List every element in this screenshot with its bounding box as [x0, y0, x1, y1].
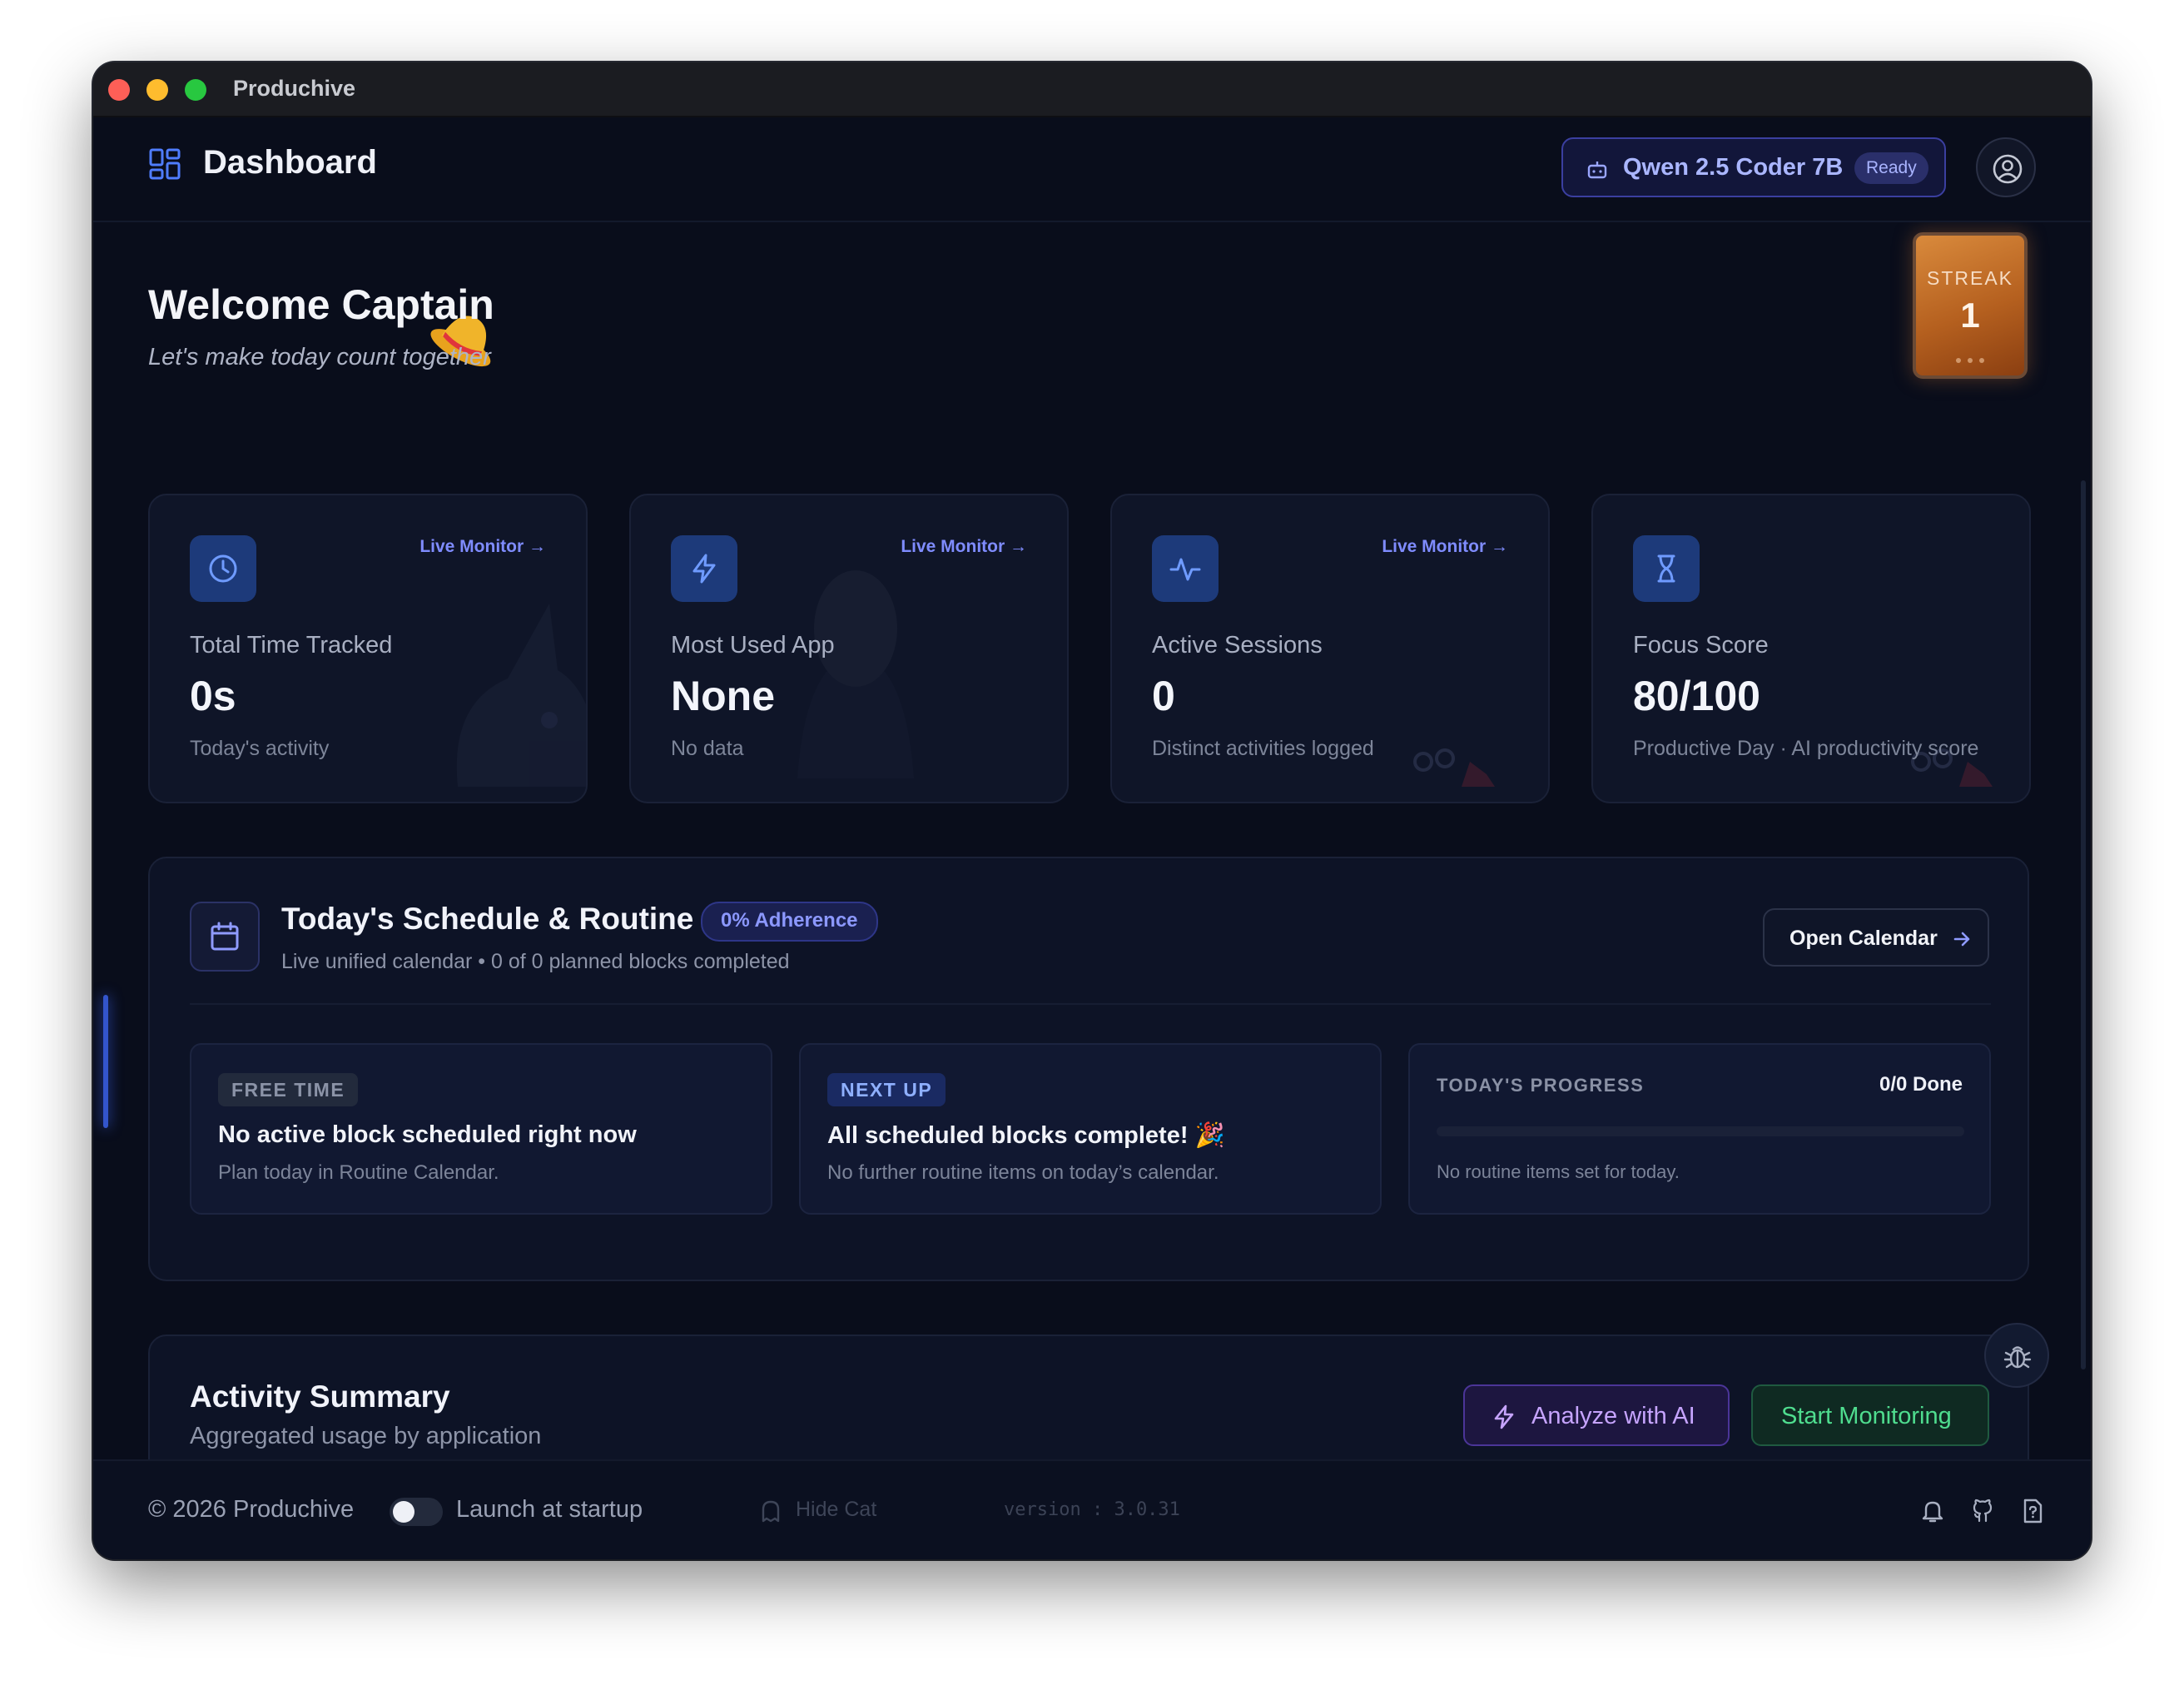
stat-subtext: Today's activity	[190, 737, 330, 760]
dashboard-grid-icon	[149, 148, 181, 180]
streak-badge[interactable]: STREAK 1	[1913, 232, 2028, 379]
version-text: version : 3.0.31	[1004, 1499, 1180, 1520]
start-monitoring-button[interactable]: Start Monitoring	[1751, 1384, 1989, 1446]
minimize-window-button[interactable]	[146, 79, 168, 101]
stat-card-total-time[interactable]: Live Monitor → Total Time Tracked 0s Tod…	[148, 494, 588, 803]
stat-label: Total Time Tracked	[190, 632, 393, 659]
copyright-text: © 2026 Produchive	[148, 1496, 355, 1523]
progress-subtitle: No routine items set for today.	[1437, 1161, 1680, 1182]
github-icon[interactable]	[1969, 1498, 1996, 1524]
stat-card-active-sessions[interactable]: Live Monitor → Active Sessions 0 Distinc…	[1110, 494, 1550, 803]
progress-count: 0/0 Done	[1879, 1073, 1963, 1096]
bot-icon	[1587, 162, 1607, 179]
model-selector[interactable]: Qwen 2.5 Coder 7B Ready	[1561, 137, 1946, 197]
stat-value: 0	[1152, 673, 1175, 719]
lightning-icon	[692, 554, 716, 584]
welcome-title: Welcome Captain	[148, 281, 494, 328]
schedule-subtitle: Live unified calendar • 0 of 0 planned b…	[281, 950, 790, 973]
live-monitor-link[interactable]: Live Monitor →	[419, 537, 546, 557]
stat-label: Active Sessions	[1152, 632, 1323, 659]
next-up-box: NEXT UP All scheduled blocks complete! 🎉…	[799, 1043, 1382, 1215]
next-up-subtitle: No further routine items on today’s cale…	[827, 1161, 1219, 1184]
calendar-icon-tile	[190, 902, 260, 972]
scrollbar-thumb[interactable]	[2081, 480, 2086, 1369]
spirit-silhouette-decoration	[797, 570, 914, 778]
activity-title: Activity Summary	[190, 1379, 450, 1414]
free-time-box: FREE TIME No active block scheduled righ…	[190, 1043, 772, 1215]
close-window-button[interactable]	[108, 79, 130, 101]
page-title: Dashboard	[203, 144, 377, 181]
stat-subtext: No data	[671, 737, 744, 760]
activity-pulse-icon	[1169, 558, 1201, 581]
schedule-title: Today's Schedule & Routine	[281, 902, 694, 936]
activity-subtitle: Aggregated usage by application	[190, 1423, 542, 1449]
open-calendar-button[interactable]: Open Calendar	[1763, 908, 1989, 967]
stat-label: Focus Score	[1633, 632, 1769, 659]
free-time-tag: FREE TIME	[218, 1073, 359, 1106]
stat-subtext: Productive Day · AI productivity score	[1633, 737, 1979, 760]
help-document-icon[interactable]	[2019, 1498, 2046, 1524]
hourglass-icon	[1657, 554, 1675, 583]
toggle-knob	[393, 1501, 414, 1523]
calendar-icon	[211, 922, 239, 951]
progress-bar	[1437, 1126, 1964, 1136]
bell-icon[interactable]	[1919, 1498, 1946, 1524]
main-content: Welcome Captain Let's make today count t…	[93, 222, 2091, 1521]
arrow-right-icon	[1953, 932, 1970, 947]
footer-bar: © 2026 Produchive Launch at startup Hide…	[93, 1459, 2091, 1559]
analyze-with-ai-button[interactable]: Analyze with AI	[1463, 1384, 1730, 1446]
live-monitor-link[interactable]: Live Monitor →	[1382, 537, 1508, 557]
streak-dots	[1956, 352, 1991, 367]
stat-card-most-used-app[interactable]: Live Monitor → Most Used App None No dat…	[629, 494, 1069, 803]
bug-icon	[2003, 1346, 2032, 1369]
launch-at-startup-toggle[interactable]	[390, 1498, 443, 1526]
stat-card-focus-score[interactable]: Focus Score 80/100 Productive Day · AI p…	[1591, 494, 2031, 803]
stat-icon-tile	[1633, 535, 1700, 602]
model-name: Qwen 2.5 Coder 7B	[1623, 154, 1844, 181]
stat-value: 0s	[190, 673, 236, 719]
divider	[190, 1003, 1991, 1005]
progress-box: TODAY'S PROGRESS 0/0 Done No routine ite…	[1408, 1043, 1991, 1215]
stat-icon-tile	[1152, 535, 1219, 602]
clock-icon	[209, 554, 237, 583]
stat-value: 80/100	[1633, 673, 1760, 719]
model-status-badge: Ready	[1854, 152, 1928, 184]
next-up-tag: NEXT UP	[827, 1073, 946, 1106]
debug-button[interactable]	[1984, 1323, 2049, 1388]
free-time-subtitle: Plan today in Routine Calendar.	[218, 1161, 499, 1184]
streak-count: 1	[1960, 296, 1980, 335]
user-circle-icon	[1993, 154, 2023, 184]
stat-icon-tile	[190, 535, 256, 602]
top-header: Dashboard Qwen 2.5 Coder 7B Ready	[93, 117, 2091, 222]
side-scroll-indicator	[103, 995, 108, 1128]
stat-value: None	[671, 673, 775, 719]
profile-button[interactable]	[1976, 137, 2036, 197]
adherence-badge: 0% Adherence	[701, 902, 878, 942]
launch-at-startup-label: Launch at startup	[456, 1496, 643, 1523]
stat-icon-tile	[671, 535, 737, 602]
progress-label: TODAY'S PROGRESS	[1437, 1075, 1645, 1096]
free-time-title: No active block scheduled right now	[218, 1121, 637, 1148]
ghost-icon	[762, 1500, 780, 1523]
cat-silhouette-decoration	[456, 604, 586, 787]
zoom-window-button[interactable]	[185, 79, 206, 101]
lightning-icon	[1494, 1404, 1514, 1429]
next-up-title: All scheduled blocks complete! 🎉	[827, 1122, 1225, 1149]
stat-subtext: Distinct activities logged	[1152, 737, 1374, 760]
schedule-panel: Today's Schedule & Routine 0% Adherence …	[148, 857, 2029, 1281]
app-window: Produchive Dashboard Qwen 2.5 Coder 7B R…	[93, 62, 2091, 1559]
soot-sprite-decoration	[1413, 748, 1495, 787]
welcome-subtitle: Let's make today count together	[148, 344, 491, 370]
live-monitor-link[interactable]: Live Monitor →	[901, 537, 1027, 557]
stat-label: Most Used App	[671, 632, 835, 659]
window-title: Produchive	[233, 76, 356, 101]
title-bar: Produchive	[93, 62, 2091, 117]
streak-label: STREAK	[1926, 267, 2014, 289]
